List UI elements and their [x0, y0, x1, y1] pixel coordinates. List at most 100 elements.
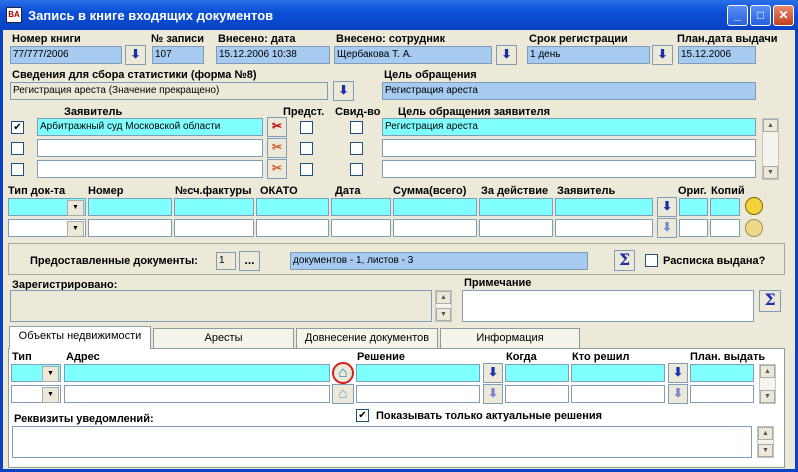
entered-by-field[interactable]: Щербакова Т. А. [334, 46, 492, 64]
applicant-row-checkbox[interactable]: ✔ [11, 121, 24, 134]
obj-when-field[interactable] [505, 385, 569, 403]
obj-decision-field[interactable] [356, 385, 480, 403]
tab-arrests[interactable]: Аресты [153, 328, 294, 349]
doc-type-select[interactable]: ▼ [8, 219, 86, 237]
applicant-row-checkbox[interactable] [11, 163, 24, 176]
add-document-icon[interactable] [745, 197, 763, 215]
doc-sum-field[interactable] [393, 198, 477, 216]
note-field[interactable] [462, 290, 754, 322]
doc-copies-field[interactable] [710, 219, 740, 237]
doc-applicant-field[interactable] [555, 198, 653, 216]
reg-term-down-icon[interactable]: ⬇ [652, 45, 673, 65]
tab-real-estate[interactable]: Объекты недвижимости [9, 326, 151, 349]
doc-invoice-field[interactable] [174, 198, 254, 216]
obj-type-select[interactable]: ▼ [11, 385, 61, 403]
obj-decision-field[interactable] [356, 364, 480, 382]
remove-applicant-icon[interactable]: ✂ [267, 117, 287, 137]
doc-original-field[interactable] [679, 219, 708, 237]
rep-checkbox[interactable] [300, 121, 313, 134]
obj-who-field[interactable] [571, 364, 665, 382]
scroll-up-icon[interactable]: ▲ [760, 365, 775, 378]
chevron-down-icon[interactable]: ▼ [67, 200, 84, 216]
obj-address-field[interactable] [64, 385, 330, 403]
applicant-name-field[interactable]: Арбитражный суд Московской области [37, 118, 263, 136]
doc-copies-field[interactable] [710, 198, 740, 216]
doc-number-field[interactable] [88, 198, 172, 216]
chevron-down-icon[interactable]: ▼ [42, 387, 59, 403]
doc-okato-field[interactable] [256, 198, 329, 216]
tab-information[interactable]: Информация [440, 328, 580, 349]
obj-decision-down-icon[interactable]: ⬇ [483, 363, 503, 383]
doc-applicant-down-icon[interactable]: ⬇ [657, 218, 677, 238]
doc-invoice-field[interactable] [174, 219, 254, 237]
scroll-down-icon[interactable]: ▼ [758, 444, 773, 457]
cert-checkbox[interactable] [350, 163, 363, 176]
doc-for-action-field[interactable] [479, 198, 553, 216]
entered-by-down-icon[interactable]: ⬇ [496, 45, 517, 65]
rep-checkbox[interactable] [300, 142, 313, 155]
doc-number-field[interactable] [88, 219, 172, 237]
reg-term-field[interactable]: 1 день [527, 46, 650, 64]
record-number-field[interactable]: 107 [152, 46, 204, 64]
obj-plan-field[interactable] [690, 385, 754, 403]
applicant-label: Заявитель [64, 106, 123, 118]
obj-who-down-icon[interactable]: ⬇ [668, 363, 688, 383]
remove-applicant-icon[interactable]: ✂ [267, 159, 287, 179]
sigma-icon[interactable]: Σ [614, 250, 635, 271]
applicant-row-checkbox[interactable] [11, 142, 24, 155]
maximize-button[interactable]: □ [750, 5, 771, 26]
cert-checkbox[interactable] [350, 142, 363, 155]
tab-additional-documents[interactable]: Довнесение документов [296, 328, 438, 349]
obj-who-field[interactable] [571, 385, 665, 403]
applicant-purpose-field[interactable] [382, 139, 756, 157]
statistics-down-icon[interactable]: ⬇ [333, 81, 354, 101]
reg-term-label: Срок регистрации [529, 33, 628, 45]
remove-applicant-icon[interactable]: ✂ [267, 138, 287, 158]
applicant-purpose-field[interactable]: Регистрация ареста [382, 118, 756, 136]
applicant-name-field[interactable] [37, 160, 263, 178]
doc-sum-field[interactable] [393, 219, 477, 237]
plan-date-field[interactable]: 15.12.2006 [678, 46, 756, 64]
cert-checkbox[interactable] [350, 121, 363, 134]
house-icon[interactable]: ⌂ [332, 362, 354, 384]
show-actual-checkbox[interactable]: ✔ [356, 409, 369, 422]
purpose-field[interactable]: Регистрация ареста [382, 82, 756, 100]
book-number-down-icon[interactable]: ⬇ [125, 45, 146, 65]
obj-who-down-icon[interactable]: ⬇ [668, 384, 688, 404]
doc-original-field[interactable] [679, 198, 708, 216]
doc-date-field[interactable] [331, 198, 391, 216]
scroll-up-icon[interactable]: ▲ [436, 291, 451, 304]
add-document-icon[interactable] [745, 219, 763, 237]
close-button[interactable]: ✕ [773, 5, 794, 26]
doc-for-action-field[interactable] [479, 219, 553, 237]
scroll-up-icon[interactable]: ▲ [763, 119, 778, 132]
scroll-down-icon[interactable]: ▼ [763, 166, 778, 179]
statistics-field[interactable]: Регистрация ареста (Значение прекращено) [10, 82, 328, 100]
obj-type-select[interactable]: ▼ [11, 364, 61, 382]
doc-applicant-down-icon[interactable]: ⬇ [657, 197, 677, 217]
scroll-up-icon[interactable]: ▲ [758, 427, 773, 440]
scroll-down-icon[interactable]: ▼ [436, 308, 451, 321]
obj-address-field[interactable] [64, 364, 330, 382]
applicant-purpose-field[interactable] [382, 160, 756, 178]
doc-type-select[interactable]: ▼ [8, 198, 86, 216]
chevron-down-icon[interactable]: ▼ [67, 221, 84, 237]
obj-when-field[interactable] [505, 364, 569, 382]
obj-plan-field[interactable] [690, 364, 754, 382]
minimize-button[interactable]: _ [727, 5, 748, 26]
provided-browse-button[interactable]: ... [239, 251, 260, 271]
doc-okato-field[interactable] [256, 219, 329, 237]
entered-date-field[interactable]: 15.12.2006 10:38 [216, 46, 330, 64]
obj-decision-down-icon[interactable]: ⬇ [483, 384, 503, 404]
note-sigma-icon[interactable]: Σ [759, 290, 781, 312]
receipt-checkbox[interactable] [645, 254, 658, 267]
house-icon[interactable]: ⌂ [332, 384, 354, 404]
doc-applicant-field[interactable] [555, 219, 653, 237]
applicant-name-field[interactable] [37, 139, 263, 157]
notifications-field[interactable] [12, 426, 752, 458]
rep-checkbox[interactable] [300, 163, 313, 176]
doc-date-field[interactable] [331, 219, 391, 237]
book-number-field[interactable]: 77/777/2006 [10, 46, 122, 64]
scroll-down-icon[interactable]: ▼ [760, 390, 775, 403]
chevron-down-icon[interactable]: ▼ [42, 366, 59, 382]
